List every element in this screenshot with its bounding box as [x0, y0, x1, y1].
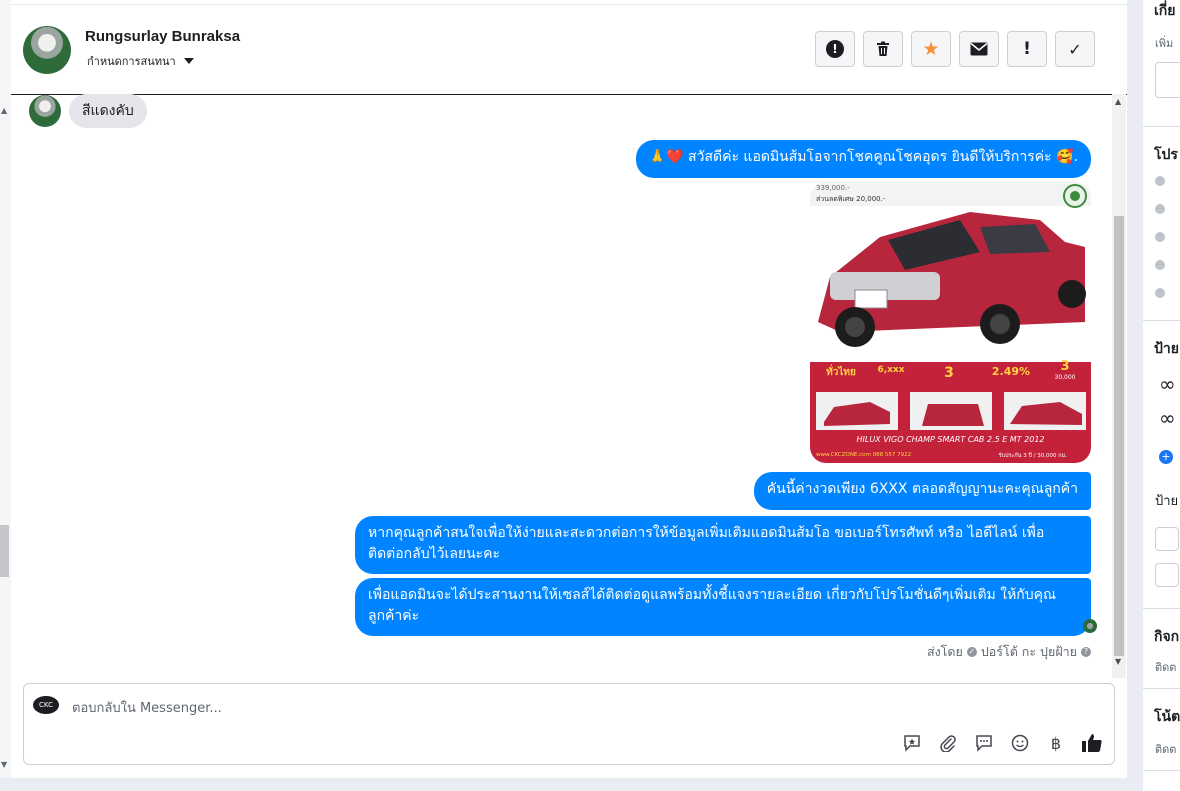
ad-feature-3: โปรโมชั่น 3 [926, 354, 972, 381]
outgoing-bubble[interactable]: คันนี้ค่างวดเพียง 6XXX ตลอดสัญญานะคะคุณล… [753, 472, 1091, 510]
conversation-pane: Rungsurlay Bunraksa กำหนดการสนทนา ! ★ ! … [11, 0, 1127, 778]
ad-feature-3-top: โปรโมชั่น [934, 355, 964, 363]
ad-feature-5-top: รับประกัน [1050, 349, 1080, 357]
message-list[interactable]: สีแดงคับ 🙏❤️ สวัสดีค่ะ แอดมินส้มโอจากโชค… [11, 94, 1111, 678]
reply-input[interactable]: ตอบกลับใน Messenger... [72, 697, 222, 718]
panel-gap [1127, 0, 1143, 791]
profile-section-title: โปร [1154, 147, 1178, 163]
car-ad-image[interactable]: 339,000.- ส่วนลดพิเศษ 20,000.- ส่งฟรี ทั… [810, 182, 1091, 463]
baht-payment-icon[interactable]: ฿ [1044, 731, 1068, 755]
page-avatar: CKC [33, 696, 59, 714]
scroll-down-arrow-icon[interactable]: ▼ [1115, 657, 1121, 666]
delete-button[interactable] [863, 31, 903, 67]
assign-conversation-dropdown[interactable]: กำหนดการสนทนา [87, 52, 194, 70]
add-label-icon[interactable]: + [1159, 450, 1173, 464]
ad-feature-5-value: 3 [1060, 359, 1070, 374]
ad-feature-5-sub: 30,000 [1054, 374, 1076, 381]
contact-avatar[interactable] [23, 26, 71, 74]
about-section-title: เกี่ย [1154, 3, 1176, 19]
ad-feature-4-top: ดอกเบี้ย [999, 355, 1023, 363]
notes-section-title: โน้ต [1154, 709, 1180, 725]
exclamation-icon: ! [1023, 39, 1031, 59]
location-pin-icon [1155, 288, 1165, 298]
divider [1143, 688, 1180, 689]
alert-circle-icon: ! [826, 40, 844, 58]
ad-feature-4-value: 2.49% [991, 365, 1031, 378]
ad-feature-4: ดอกเบี้ย 2.49% [986, 354, 1036, 378]
ad-price-top: 339,000.- [816, 184, 850, 192]
scroll-up-arrow-icon[interactable]: ▲ [1115, 97, 1121, 106]
activity-subtitle: ติดต [1155, 661, 1177, 674]
ad-feature-1: ส่งฟรี ทั่วไทย [818, 354, 864, 380]
outgoing-bubble[interactable]: 🙏❤️ สวัสดีค่ะ แอดมินส้มโอจากโชคคูณโชคอุด… [635, 140, 1091, 178]
label-checkbox[interactable] [1155, 563, 1179, 587]
ad-model: HILUX VIGO CHAMP SMART CAB 2.5 E MT 2012 [856, 435, 1045, 444]
labels-section-title: ป้าย [1154, 341, 1179, 357]
outgoing-bubble[interactable]: หากคุณลูกค้าสนใจเพื่อให้ง่ายและสะดวกต่อก… [355, 516, 1091, 574]
conversation-header: Rungsurlay Bunraksa กำหนดการสนทนา ! ★ ! … [11, 4, 1127, 95]
star-icon: ★ [922, 38, 940, 60]
label-checkbox[interactable] [1155, 527, 1179, 551]
meta-icon: ∞ [1159, 372, 1176, 396]
checkmark-icon: ✓ [1068, 39, 1082, 59]
ad-feature-3-value: 3 [944, 365, 954, 381]
saved-reply-icon[interactable] [900, 731, 924, 755]
mark-spam-button[interactable]: ! [815, 31, 855, 67]
ad-feature-2-value: 6,xxx [877, 365, 905, 375]
ad-footer-right: รับประกัน 3 ปี / 30,000 กม. [998, 453, 1067, 459]
ad-feature-5: รับประกัน 3 30,000 [1042, 348, 1088, 381]
outgoing-bubble[interactable]: เพื่อแอดมินจะได้ประสานงานให้เซลส์ได้ติดต… [355, 578, 1091, 636]
contact-details-panel: เกี่ย เพิ่ม โปร ป้าย ∞ ∞ + ป้าย กิจก ติด… [1143, 0, 1180, 791]
emoji-icon[interactable] [1008, 731, 1032, 755]
graduation-icon [1155, 232, 1165, 242]
scrollbar-thumb[interactable] [1114, 216, 1124, 656]
incoming-bubble[interactable]: สีแดงคับ [69, 94, 147, 128]
notes-subtitle: ติดต [1155, 743, 1177, 756]
divider [1143, 608, 1180, 609]
add-details-button[interactable] [1155, 62, 1180, 98]
ad-footer-left: www.CKCZONE.com 088 557 7922 [816, 452, 912, 458]
scroll-up-arrow-icon[interactable]: ▲ [1, 106, 7, 115]
ad-feature-1-value: ทั่วไทย [826, 367, 856, 378]
follow-up-button[interactable]: ! [1007, 31, 1047, 67]
left-scroll-thumb[interactable] [0, 525, 9, 577]
about-subtitle: เพิ่ม [1155, 37, 1174, 50]
assign-label: กำหนดการสนทนา [87, 55, 176, 68]
envelope-icon [970, 42, 988, 56]
ad-feature-2: ผ่อนเริ่ม 6,xxx [868, 354, 914, 375]
activity-section-title: กิจก [1154, 629, 1180, 645]
meta-icon: ∞ [1159, 406, 1176, 430]
briefcase-icon [1155, 204, 1165, 214]
check-circle-icon: ✓ [966, 647, 977, 657]
reply-composer[interactable]: CKC ตอบกลับใน Messenger... ฿ [23, 683, 1115, 765]
sent-by-label: ส่งโดย [926, 644, 963, 659]
ad-discount: ส่วนลดพิเศษ 20,000.- [816, 195, 886, 203]
contact-name[interactable]: Rungsurlay Bunraksa [85, 28, 240, 45]
thumbs-up-icon[interactable] [1080, 731, 1104, 755]
divider [1143, 320, 1180, 321]
ad-feature-1-top: ส่งฟรี [832, 355, 850, 363]
scroll-down-arrow-icon[interactable]: ▼ [1, 760, 7, 769]
paperclip-icon[interactable] [936, 731, 960, 755]
sent-by-name[interactable]: ปอร์โต้ กะ ปุยฝ้าย [981, 642, 1077, 662]
sender-avatar [29, 95, 61, 127]
seen-avatar [1083, 619, 1097, 633]
bottom-spacer [0, 778, 1127, 791]
sent-by-info: ส่งโดย ✓ ปอร์โต้ กะ ปุยฝ้าย ? [927, 642, 1091, 662]
clock-icon [1155, 176, 1165, 186]
caret-down-icon [183, 58, 194, 64]
star-button[interactable]: ★ [911, 31, 951, 67]
chat-bubble-icon[interactable] [972, 731, 996, 755]
divider [1143, 126, 1180, 127]
trash-icon [877, 41, 889, 56]
ad-feature-2-top: ผ่อนเริ่ม [879, 355, 903, 363]
divider [1143, 770, 1180, 771]
mark-done-button[interactable]: ✓ [1055, 31, 1095, 67]
message-scrollbar[interactable]: ▲ ▼ [1112, 94, 1126, 678]
incoming-message-row: สีแดงคับ [29, 94, 147, 128]
labels-subtitle: ป้าย [1155, 494, 1179, 509]
mark-unread-button[interactable] [959, 31, 999, 67]
help-icon[interactable]: ? [1081, 647, 1091, 657]
location-pin-icon [1155, 260, 1165, 270]
